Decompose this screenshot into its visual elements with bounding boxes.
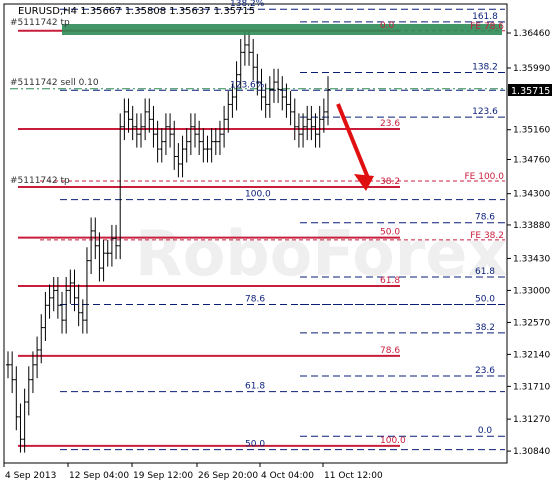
y-tick-label: 1.34300 bbox=[513, 190, 550, 200]
x-tick-label: 26 Sep 20:00 bbox=[198, 471, 258, 481]
chart-header: EURUSD,H4 1.35667 1.35808 1.35637 1.3571… bbox=[18, 6, 255, 17]
y-tick-label: 1.34760 bbox=[513, 155, 550, 165]
fe-label: FE 38.2 bbox=[470, 231, 504, 241]
red-fib-label: 61.8 bbox=[380, 276, 400, 286]
fe-label: FE 100.0 bbox=[465, 172, 505, 182]
navy-fib-label: 50.0 bbox=[475, 295, 495, 305]
red-fib-label: 38.2 bbox=[380, 177, 400, 187]
fe-label: FE 78.6 bbox=[470, 22, 504, 32]
x-tick-label: 11 Oct 12:00 bbox=[324, 471, 383, 481]
red-fib-label: 0.0 bbox=[380, 21, 395, 31]
navy-fib-label: 123.6 bbox=[472, 107, 498, 117]
y-tick-label: 1.36460 bbox=[513, 29, 550, 39]
x-tick-label: 4 Sep 2013 bbox=[5, 471, 56, 481]
watermark: RoboForex bbox=[135, 217, 507, 290]
trade-label: #5111742 tp bbox=[10, 18, 70, 28]
navy-fib-label: 161.8 bbox=[472, 12, 498, 22]
green-zone bbox=[62, 24, 502, 35]
navy-fib-label: 0.0 bbox=[478, 426, 493, 436]
y-tick-label: 1.35160 bbox=[513, 126, 550, 136]
navy-fib-label-left: 123.6% bbox=[230, 80, 265, 90]
x-tick-label: 19 Sep 12:00 bbox=[133, 471, 193, 481]
current-price-text: 1.35715 bbox=[511, 86, 550, 97]
navy-fib-label: 23.6 bbox=[475, 366, 495, 376]
red-fib-label: 78.6 bbox=[380, 346, 400, 356]
red-fib-label: 100.0 bbox=[380, 436, 406, 446]
navy-fib-label: 138.2 bbox=[472, 62, 498, 72]
navy-fib-label-left: 78.6 bbox=[245, 295, 265, 305]
y-tick-label: 1.33000 bbox=[513, 286, 550, 296]
navy-fib-label: 78.6 bbox=[475, 213, 495, 223]
watermark-text: RoboForex bbox=[135, 217, 507, 290]
y-tick-label: 1.33430 bbox=[513, 254, 550, 264]
price-chart[interactable]: RoboForex 0.0 23.6 38.2 50.0 61.8 78.6 100.0 16… bbox=[0, 0, 552, 485]
y-tick-label: 1.32140 bbox=[513, 350, 550, 360]
red-fib-label: 50.0 bbox=[380, 228, 400, 238]
navy-fib-label: 61.8 bbox=[475, 267, 495, 277]
y-tick-label: 1.31710 bbox=[513, 382, 550, 392]
navy-fib-label-left: 50.0 bbox=[245, 440, 265, 450]
x-tick-label: 4 Oct 04:00 bbox=[261, 471, 314, 481]
red-fib-label: 23.6 bbox=[380, 119, 400, 129]
trade-label: #5111742 sell 0.10 bbox=[10, 78, 99, 88]
y-tick-label: 1.35990 bbox=[513, 64, 550, 74]
y-tick-label: 1.33880 bbox=[513, 221, 550, 231]
y-tick-label: 1.30840 bbox=[513, 447, 550, 457]
navy-fib-label: 38.2 bbox=[475, 323, 495, 333]
trade-label: #5111742 tp bbox=[10, 176, 70, 186]
navy-fib-label-left: 100.0 bbox=[245, 190, 271, 200]
current-price-tag: 1.35715 bbox=[508, 84, 552, 97]
navy-fib-label-left: 61.8 bbox=[245, 382, 265, 392]
x-tick-label: 12 Sep 04:00 bbox=[69, 471, 129, 481]
y-tick-label: 1.32570 bbox=[513, 318, 550, 328]
chart-container: RoboForex 0.0 23.6 38.2 50.0 61.8 78.6 100.0 16… bbox=[0, 0, 552, 485]
y-tick-label: 1.31270 bbox=[513, 415, 550, 425]
